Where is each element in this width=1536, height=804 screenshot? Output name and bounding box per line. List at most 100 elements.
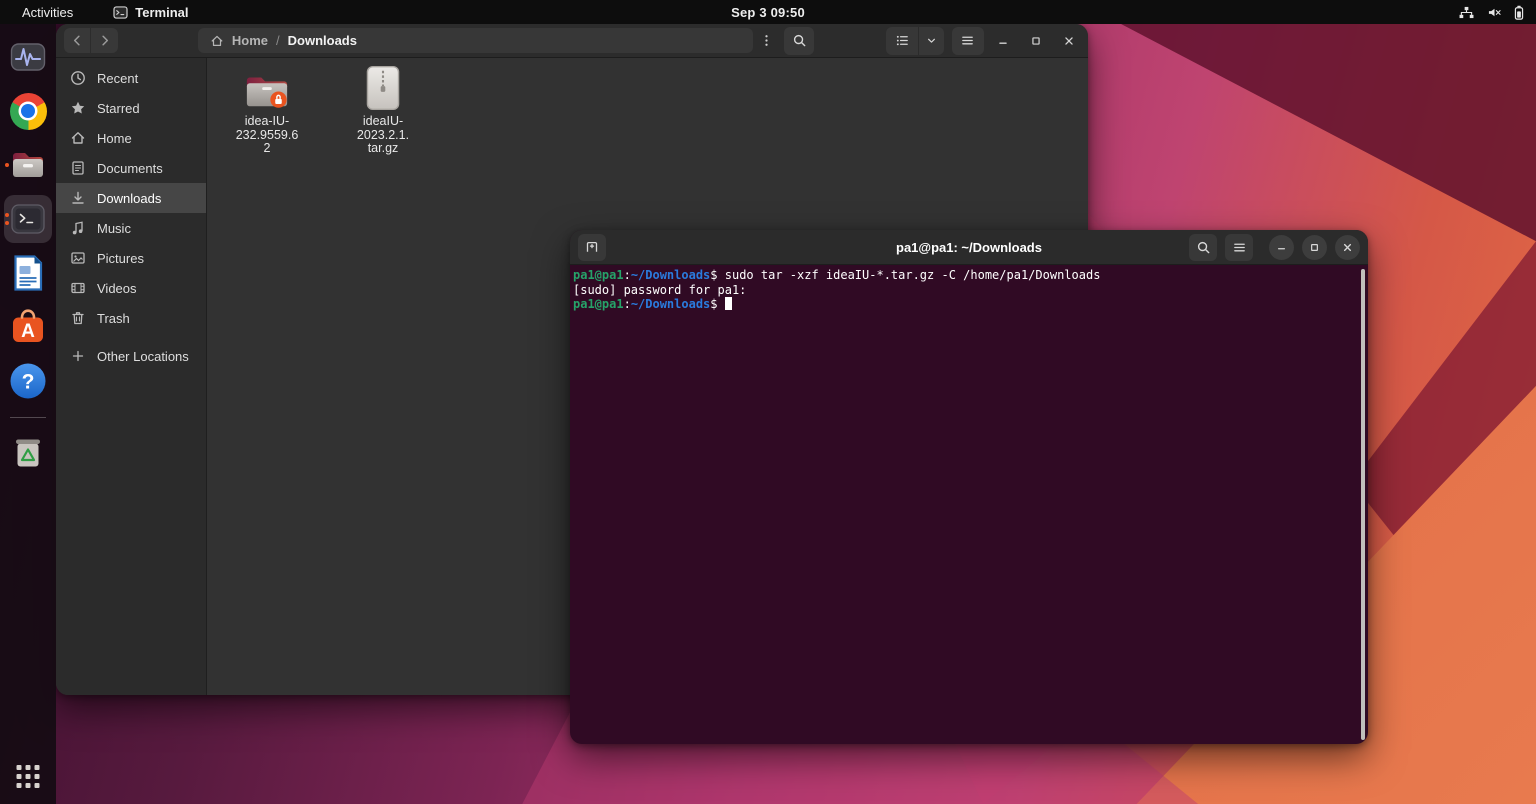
focused-app-menu[interactable]: Terminal	[113, 4, 189, 20]
dock: A?	[0, 24, 56, 804]
dock-item-help[interactable]: ?	[4, 357, 52, 405]
sidebar-item-label: Videos	[97, 280, 137, 296]
sidebar-item-label: Other Locations	[97, 348, 189, 364]
terminal-icon	[9, 200, 47, 238]
sidebar-item-other-locations[interactable]: Other Locations	[56, 341, 206, 371]
sidebar-item-starred[interactable]: Starred	[56, 93, 206, 123]
search-button[interactable]	[1189, 233, 1217, 261]
archive-icon	[366, 64, 400, 110]
back-button[interactable]	[64, 28, 90, 53]
running-indicator	[5, 163, 9, 167]
terminal-text-segment: [sudo] password for pa1:	[573, 282, 747, 297]
network-wired-icon	[1458, 6, 1475, 19]
download-icon	[70, 190, 86, 206]
close-button[interactable]	[1335, 234, 1360, 260]
folder-locked-icon	[244, 64, 290, 110]
view-options-dropdown[interactable]	[919, 27, 943, 55]
sidebar-item-recent[interactable]: Recent	[56, 63, 206, 93]
sidebar-item-label: Recent	[97, 70, 139, 86]
files-headerbar: Home / Downloads	[56, 24, 1088, 58]
maximize-button[interactable]	[1302, 234, 1327, 260]
terminal-text-segment: $ sudo tar -xzf ideaIU-*.tar.gz -C /home…	[710, 268, 1101, 282]
sidebar-item-label: Documents	[97, 160, 163, 176]
sidebar-item-downloads[interactable]: Downloads	[56, 183, 206, 213]
ubuntu-software-icon: A	[9, 308, 47, 346]
file-item-ideaIU-2023.2.1.tar.gz[interactable]: ideaIU- 2023.2.1. tar.gz	[340, 64, 426, 156]
activities-button[interactable]: Activities	[16, 5, 79, 20]
trash-icon	[70, 310, 86, 326]
terminal-headerbar: pa1@pa1: ~/Downloads	[570, 230, 1368, 265]
terminal-text-segment: :	[623, 297, 631, 311]
libreoffice-writer-icon	[9, 254, 47, 292]
dock-item-trash[interactable]	[4, 428, 52, 476]
terminal-text-segment: pa1@pa1	[573, 268, 624, 282]
top-bar: Activities Terminal Sep 3 09:50	[0, 0, 1536, 24]
sidebar-item-label: Home	[97, 130, 132, 146]
terminal-line: [sudo] password for pa1:	[573, 283, 1354, 298]
dock-item-libreoffice-writer[interactable]	[4, 249, 52, 297]
dock-item-ubuntu-software[interactable]: A	[4, 303, 52, 351]
dock-item-terminal[interactable]	[4, 195, 52, 243]
terminal-line: pa1@pa1:~/Downloads$	[573, 297, 1354, 312]
close-button[interactable]	[1056, 28, 1082, 54]
home-icon	[70, 130, 86, 146]
menu-button[interactable]	[951, 26, 984, 55]
trash-icon	[9, 433, 47, 471]
breadcrumb-separator: /	[276, 33, 280, 48]
terminal-text-segment: $	[710, 297, 725, 311]
recent-icon	[70, 70, 86, 86]
sidebar-item-trash[interactable]: Trash	[56, 303, 206, 333]
sidebar-item-home[interactable]: Home	[56, 123, 206, 153]
files-sidebar: Recent Starred Home Documents Downloads Music…	[56, 58, 207, 695]
help-icon: ?	[9, 362, 47, 400]
minimize-button[interactable]	[990, 28, 1016, 54]
terminal-line: pa1@pa1:~/Downloads$ sudo tar -xzf ideaI…	[573, 268, 1354, 283]
sidebar-item-label: Pictures	[97, 250, 144, 266]
files-icon	[9, 146, 47, 184]
svg-text:?: ?	[22, 371, 35, 394]
sidebar-item-music[interactable]: Music	[56, 213, 206, 243]
sidebar-item-label: Downloads	[97, 190, 162, 206]
music-icon	[70, 220, 86, 236]
system-status-area[interactable]	[1458, 0, 1524, 24]
maximize-button[interactable]	[1023, 28, 1049, 54]
terminal-output[interactable]: pa1@pa1:~/Downloads$ sudo tar -xzf ideaI…	[570, 265, 1368, 744]
file-label: ideaIU- 2023.2.1. tar.gz	[356, 114, 410, 155]
star-icon	[70, 100, 86, 116]
terminal-window: pa1@pa1: ~/Downloads pa1@pa1:~/Downloads…	[570, 230, 1368, 744]
terminal-title: pa1@pa1: ~/Downloads	[896, 239, 1042, 255]
more-options-button[interactable]	[757, 28, 777, 54]
view-mode-button[interactable]	[886, 27, 918, 55]
svg-text:A: A	[21, 321, 35, 342]
file-label: idea-IU- 232.9559.6 2	[235, 114, 299, 155]
forward-button[interactable]	[91, 28, 117, 53]
terminal-text-segment: ~/Downloads	[630, 297, 711, 311]
video-icon	[70, 280, 86, 296]
breadcrumb-root[interactable]: Home	[232, 33, 268, 48]
system-monitor-icon	[9, 38, 47, 76]
sidebar-item-pictures[interactable]: Pictures	[56, 243, 206, 273]
terminal-scrollbar[interactable]	[1361, 269, 1365, 740]
dock-item-system-monitor[interactable]	[4, 33, 52, 81]
clock-button[interactable]: Sep 3 09:50	[731, 5, 805, 20]
sidebar-item-documents[interactable]: Documents	[56, 153, 206, 183]
show-applications-button[interactable]	[11, 759, 46, 794]
terminal-text-segment: ~/Downloads	[630, 268, 711, 282]
minimize-button[interactable]	[1269, 234, 1294, 260]
sidebar-item-label: Trash	[97, 310, 130, 326]
breadcrumb-current[interactable]: Downloads	[288, 33, 357, 48]
dock-item-files[interactable]	[4, 141, 52, 189]
menu-button[interactable]	[1225, 233, 1253, 261]
breadcrumb[interactable]: Home / Downloads	[197, 28, 753, 53]
sidebar-item-videos[interactable]: Videos	[56, 273, 206, 303]
sidebar-item-label: Starred	[97, 100, 140, 116]
audio-muted-icon	[1487, 6, 1502, 19]
plus-icon	[70, 348, 86, 364]
dock-item-chrome[interactable]	[4, 87, 52, 135]
focused-app-name: Terminal	[135, 4, 189, 20]
file-item-idea-IU-232.9559.62[interactable]: idea-IU- 232.9559.6 2	[224, 64, 310, 156]
search-button[interactable]	[784, 26, 814, 55]
document-icon	[70, 160, 86, 176]
new-tab-button[interactable]	[578, 233, 606, 261]
terminal-text-segment: pa1@pa1	[573, 297, 624, 311]
